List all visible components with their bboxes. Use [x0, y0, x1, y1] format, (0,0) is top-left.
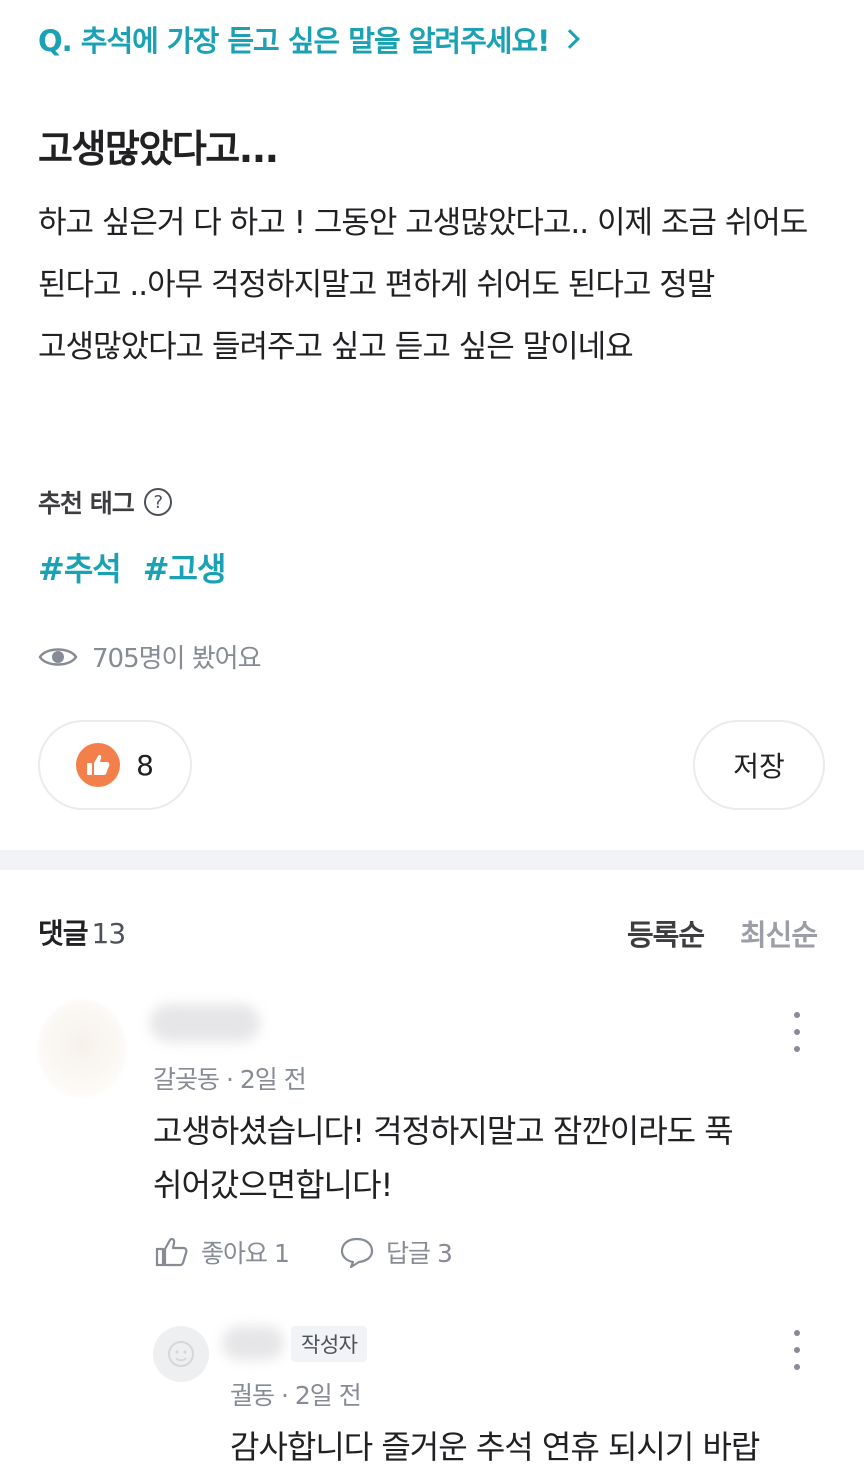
reply-text: 감사합니다 즐거운 추석 연휴 되시기 바랍 — [230, 1428, 760, 1466]
eye-icon — [38, 647, 78, 666]
sort-registered-tab[interactable]: 등록순 — [627, 912, 705, 954]
comments-heading: 댓글 13 — [38, 912, 127, 952]
reply-avatar[interactable] — [153, 1326, 209, 1382]
like-count: 8 — [136, 748, 154, 782]
comment-meta: 갈곶동 · 2일 전 — [153, 1065, 307, 1094]
sort-newest-tab[interactable]: 최신순 — [740, 912, 818, 954]
commenter-name-blurred[interactable] — [150, 1004, 260, 1042]
comments-label: 댓글 — [38, 917, 89, 950]
tag-gosaeng[interactable]: #고생 — [143, 544, 227, 590]
thumbs-up-outline-icon — [155, 1237, 188, 1267]
section-divider — [0, 850, 864, 870]
view-count-text: 705명이 봤어요 — [92, 644, 261, 674]
post-body: 하고 싶은거 다 하고 ! 그동안 고생많았다고.. 이제 조금 쉬어도 된다고… — [38, 205, 808, 365]
comment-like-button[interactable]: 좋아요 1 — [155, 1234, 290, 1270]
thumbs-up-icon — [76, 743, 121, 787]
view-count: 705명이 봤어요 — [38, 638, 261, 675]
reply-author-name-blurred[interactable] — [222, 1326, 284, 1360]
tag-chuseok[interactable]: #추석 — [38, 544, 122, 590]
comments-count: 13 — [91, 917, 127, 950]
comment-more-menu-icon[interactable] — [782, 1012, 812, 1052]
post-title: 고생많았다고... — [38, 127, 279, 171]
comment-reply-label: 답글 3 — [386, 1239, 453, 1268]
comment-text: 고생하셨습니다! 걱정하지말고 잠깐이라도 푹 쉬어갔으면합니다! — [153, 1112, 734, 1204]
comment-like-label: 좋아요 1 — [201, 1239, 290, 1268]
reply-more-menu-icon[interactable] — [782, 1330, 812, 1370]
user-face-icon — [168, 1341, 194, 1367]
question-link[interactable]: Q. 추석에 가장 듣고 싶은 말을 알려주세요! — [38, 18, 581, 60]
reply-meta: 궐동 · 2일 전 — [230, 1381, 362, 1410]
comment-reply-button[interactable]: 답글 3 — [340, 1234, 453, 1270]
tag-list: #추석 #고생 — [38, 544, 227, 590]
question-text: Q. 추석에 가장 듣고 싶은 말을 알려주세요! — [38, 24, 550, 58]
speech-bubble-icon — [340, 1237, 374, 1268]
save-button[interactable]: 저장 — [693, 720, 825, 810]
help-icon[interactable]: ? — [143, 488, 172, 516]
chevron-right-icon — [560, 29, 581, 49]
author-badge: 작성자 — [291, 1326, 368, 1362]
recommended-tags-label: 추천 태그 — [38, 489, 135, 518]
like-button[interactable]: 8 — [38, 720, 192, 810]
recommended-tags-heading: 추천 태그 ? — [38, 484, 172, 520]
commenter-avatar[interactable] — [38, 1000, 126, 1098]
